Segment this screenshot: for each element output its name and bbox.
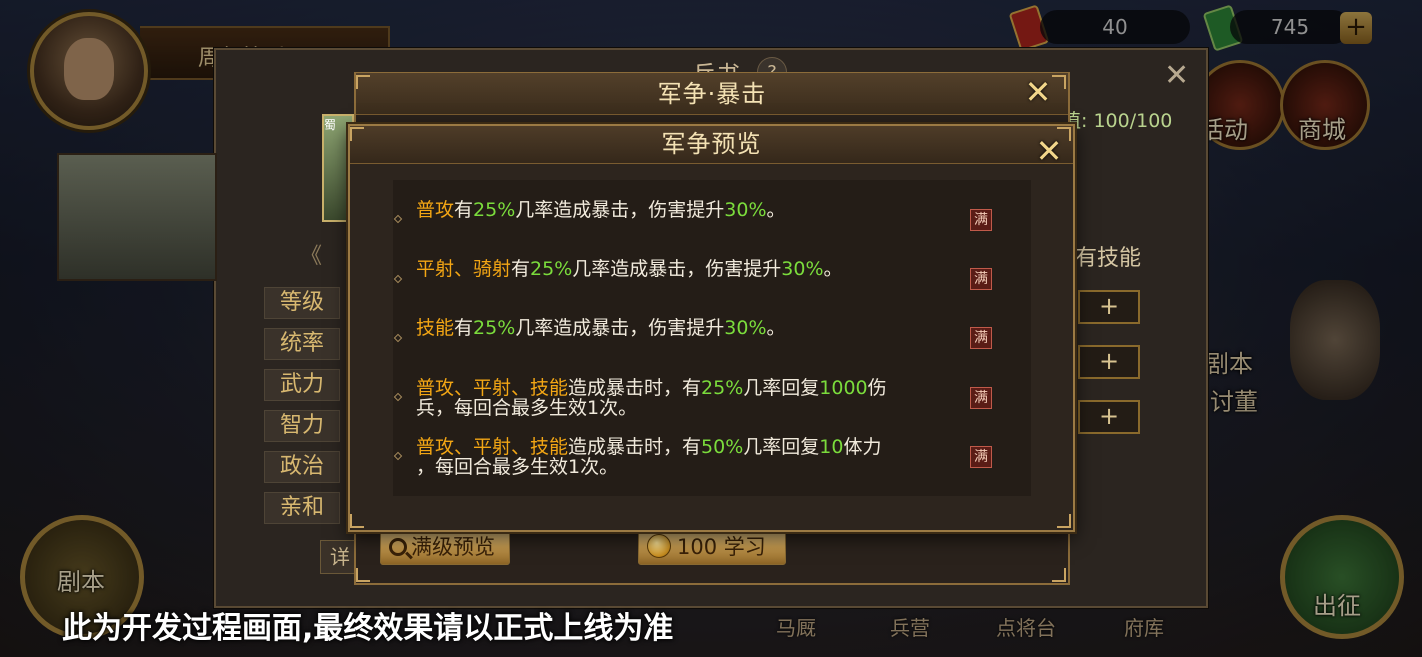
prev-arrow-icon[interactable]: 《	[300, 238, 322, 270]
full-badge: 满	[970, 446, 992, 468]
effect-text-segment: 。	[823, 258, 843, 280]
effect-text-segment: 平射、骑射	[416, 258, 512, 280]
faction-tag: 蜀	[324, 118, 337, 132]
coin-icon	[647, 534, 671, 558]
learn-button[interactable]: 100 学习	[638, 529, 786, 565]
effect-line: 兵，每回合最多生效1次。	[416, 398, 961, 418]
effect-text-segment: 50%	[701, 436, 744, 458]
effect-text-segment: 25%	[473, 199, 516, 221]
search-icon	[389, 538, 407, 556]
effect-text-segment: 伤	[867, 377, 887, 399]
skill-slot-3[interactable]: +	[1078, 400, 1140, 434]
full-level-preview-button[interactable]: 满级预览	[380, 529, 510, 565]
effect-text-segment: 造成暴击时，有	[568, 377, 702, 399]
effect-line: 普攻、平射、技能造成暴击时，有50%几率回复10体力	[416, 437, 961, 457]
stat-politics: 政治	[264, 451, 340, 483]
full-badge: 满	[970, 209, 992, 231]
effect-text-segment: 几率回复	[743, 377, 820, 399]
effect-line: 平射、骑射有25%几率造成暴击，伤害提升30%。	[416, 259, 961, 279]
effect-text-segment: 。	[766, 317, 786, 339]
stat-intellect: 智力	[264, 410, 340, 442]
skill-slot-2[interactable]: +	[1078, 345, 1140, 379]
skills-header: 有技能	[1075, 246, 1142, 271]
preview-title: 军争预览	[350, 126, 1073, 164]
corner-ornament	[1052, 568, 1066, 582]
effect-text-segment: 普攻、平射、技能	[416, 377, 569, 399]
effect-text-segment: 技能	[416, 317, 455, 339]
effect-row-1: 普攻有25%几率造成暴击，伤害提升30%。	[416, 200, 961, 220]
preview-close-button[interactable]: ✕	[1034, 135, 1064, 167]
effect-text-segment: 1000	[819, 377, 868, 399]
effect-text-segment: 体力	[843, 436, 882, 458]
effect-text-segment: 几率造成暴击，伤害提升	[572, 258, 782, 280]
corner-ornament	[356, 568, 370, 582]
effect-text-segment: 普攻、平射、技能	[416, 436, 569, 458]
effect-text-segment: 有	[511, 258, 531, 280]
corner-ornament	[350, 514, 364, 528]
effect-text-segment: 造成暴击时，有	[568, 436, 702, 458]
learn-label: 学习	[723, 535, 766, 559]
dev-watermark: 此为开发过程画面,最终效果请以正式上线为准	[62, 611, 674, 646]
full-badge: 满	[970, 387, 992, 409]
effect-text-segment: 25%	[701, 377, 744, 399]
stat-command: 统率	[264, 328, 340, 360]
effect-text-segment: 几率回复	[743, 436, 820, 458]
effect-text-segment: 有	[454, 317, 474, 339]
full-badge: 满	[970, 327, 992, 349]
learn-cost: 100	[677, 535, 718, 559]
stat-force: 武力	[264, 369, 340, 401]
full-level-preview-label: 满级预览	[411, 535, 495, 559]
effect-text-segment: 普攻	[416, 199, 455, 221]
effect-line: 技能有25%几率造成暴击，伤害提升30%。	[416, 318, 961, 338]
stat-affinity: 亲和	[264, 492, 340, 524]
corner-ornament	[1057, 127, 1071, 141]
stat-level: 等级	[264, 287, 340, 319]
effect-line: ，每回合最多生效1次。	[416, 457, 961, 477]
effect-line: 普攻有25%几率造成暴击，伤害提升30%。	[416, 200, 961, 220]
hero-scene-image	[57, 153, 217, 281]
effect-row-2: 平射、骑射有25%几率造成暴击，伤害提升30%。	[416, 259, 961, 279]
effect-text-segment: 几率造成暴击，伤害提升	[515, 199, 725, 221]
effect-text-segment: 30%	[724, 317, 767, 339]
effect-text-segment: 25%	[473, 317, 516, 339]
skill-detail-title: 军争·暴击	[356, 73, 1068, 115]
corner-ornament	[350, 127, 364, 141]
effect-text-segment: 30%	[781, 258, 824, 280]
effect-text-segment: 几率造成暴击，伤害提升	[515, 317, 725, 339]
exp-value: 值: 100/100	[1062, 110, 1173, 132]
effect-text-segment: 10	[819, 436, 844, 458]
effect-text-segment: 兵，每回合最多生效1次。	[416, 397, 638, 419]
effect-text-segment: 25%	[530, 258, 573, 280]
effect-text-segment: 有	[454, 199, 474, 221]
skill-detail-close-button[interactable]: ✕	[1023, 76, 1053, 108]
military-book-close-button[interactable]: ✕	[1164, 58, 1189, 93]
effect-text-segment: 。	[766, 199, 786, 221]
effect-row-4: 普攻、平射、技能造成暴击时，有25%几率回复1000伤 兵，每回合最多生效1次。	[416, 378, 961, 418]
effect-text-segment: ，每回合最多生效1次。	[416, 456, 619, 478]
effect-row-3: 技能有25%几率造成暴击，伤害提升30%。	[416, 318, 961, 338]
corner-ornament	[1057, 514, 1071, 528]
full-badge: 满	[970, 268, 992, 290]
effect-line: 普攻、平射、技能造成暴击时，有25%几率回复1000伤	[416, 378, 961, 398]
corner-ornament	[356, 75, 370, 89]
effect-text-segment: 30%	[724, 199, 767, 221]
corner-ornament	[1052, 75, 1066, 89]
skill-slot-1[interactable]: +	[1078, 290, 1140, 324]
effect-row-5: 普攻、平射、技能造成暴击时，有50%几率回复10体力 ，每回合最多生效1次。	[416, 437, 961, 477]
